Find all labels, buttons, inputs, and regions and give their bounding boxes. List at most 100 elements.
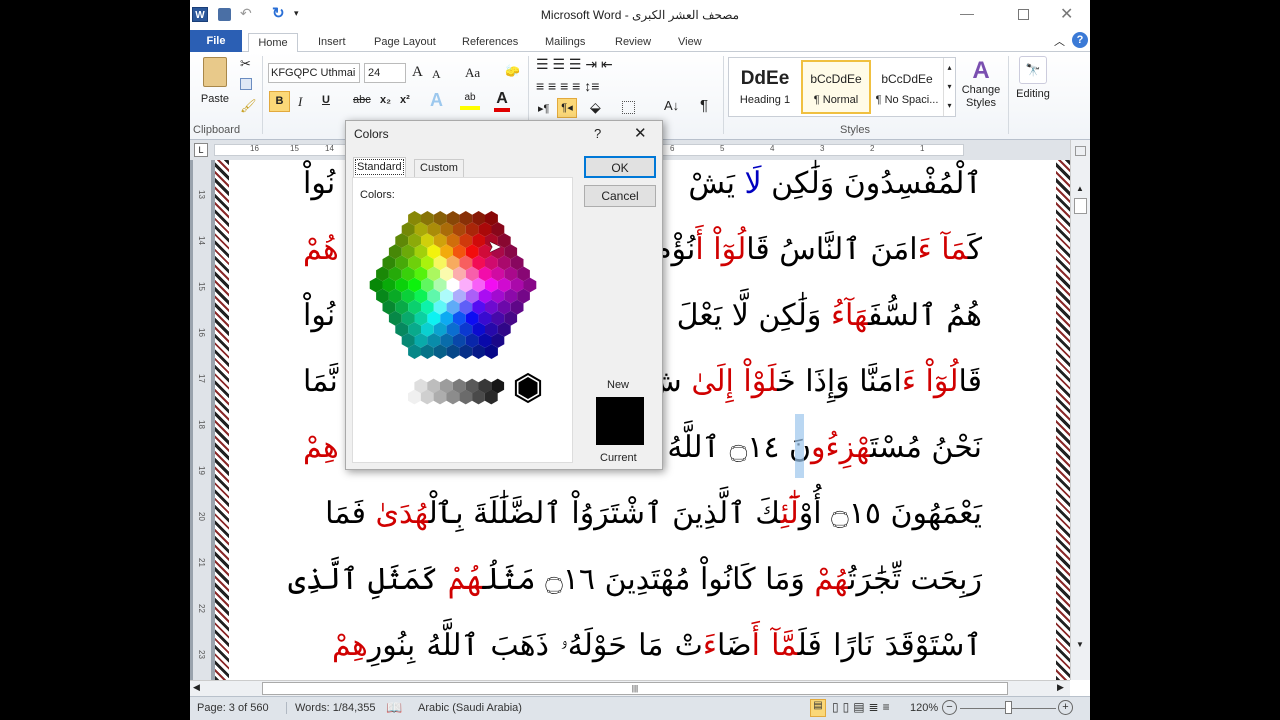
zoom-slider-thumb[interactable] (1005, 701, 1012, 714)
view-buttons[interactable]: ▯▯▤≣≡ (832, 700, 894, 714)
styles-scroll[interactable]: ▴ ▾ ▾ (943, 58, 955, 116)
align-icons[interactable]: ≡ ≡ ≡ ≡ ↕≡ (536, 78, 599, 94)
sort-icon[interactable]: A↓ (664, 98, 679, 113)
zoom-in-button[interactable]: + (1058, 700, 1073, 715)
subscript-button[interactable]: x₂ (380, 94, 391, 106)
tab-references[interactable]: References (462, 33, 518, 53)
tab-mailings[interactable]: Mailings (545, 33, 585, 53)
tab-view[interactable]: View (678, 33, 702, 53)
italic-button[interactable]: I (298, 94, 302, 110)
ayah-line-right[interactable]: قَالُوٓاْ ءَامَنَّا وَإِذَا خَلَوْاْ إِل… (645, 362, 982, 402)
paste-button[interactable]: Paste (198, 57, 232, 105)
scroll-up-button[interactable]: ▲ (1076, 184, 1084, 193)
copy-icon[interactable] (240, 78, 252, 90)
ayah-line-left[interactable]: هُمْ (303, 230, 339, 270)
language[interactable]: Arabic (Saudi Arabia) (418, 702, 522, 714)
dialog-help-button[interactable]: ? (594, 126, 601, 141)
vertical-ruler[interactable]: 13 14 15 16 17 18 19 20 21 22 23 (193, 160, 211, 680)
style-no-spacing[interactable]: bCcDdEe ¶ No Spaci... (873, 60, 941, 114)
cancel-button[interactable]: Cancel (584, 185, 656, 207)
font-size-input[interactable]: 24 (364, 63, 406, 83)
font-name-input[interactable]: KFGQPC Uthmai (268, 63, 360, 83)
customize-qat-icon[interactable]: ▾ (294, 8, 299, 19)
scroll-left-button[interactable]: ◀ (193, 682, 200, 693)
horizontal-scrollbar[interactable]: ◀ ||| ▶ (190, 680, 1070, 696)
ayah-line-right[interactable]: هُمُ ٱلسُّفَهَآءُ وَلَٰكِن لَّا يَعْلَ (677, 296, 982, 336)
tab-standard[interactable]: Standard (353, 157, 406, 177)
text-segment: فَمَا (325, 496, 376, 531)
title-bar: W ↶ ↻ ▾ مصحف العشر الكبرى - Microsoft Wo… (190, 0, 1090, 30)
zoom-out-button[interactable]: − (942, 700, 957, 715)
editing-button[interactable]: 🔭 Editing (1012, 56, 1054, 100)
clipboard-group-label: Clipboard (193, 124, 241, 136)
tab-home[interactable]: Home (248, 33, 298, 53)
bullets-icon[interactable]: ☰ ☰ ☰ ⇥ ⇤ (536, 56, 613, 73)
split-handle[interactable] (1075, 146, 1086, 156)
ayah-line-right[interactable]: كَمَآ ءَامَنَ ٱلنَّاسُ قَالُوٓاْ أَنُؤْم… (653, 230, 982, 270)
tab-file[interactable]: File (190, 30, 242, 52)
proofing-icon[interactable]: 📖 (386, 700, 402, 716)
tab-page-layout[interactable]: Page Layout (374, 33, 436, 53)
current-label: Current (600, 452, 637, 464)
grow-font-button[interactable]: A (412, 64, 423, 81)
ltr-button[interactable]: ▸¶ (538, 102, 549, 115)
print-layout-view-button[interactable]: ▤ (810, 699, 826, 717)
underline-button[interactable]: U (322, 94, 330, 106)
vertical-scrollbar[interactable]: ▲ ▼ (1070, 140, 1090, 680)
change-case-button[interactable]: Aa (465, 65, 480, 81)
zoom-level[interactable]: 120% (910, 702, 938, 714)
help-icon[interactable]: ? (1072, 32, 1088, 48)
save-icon[interactable] (218, 8, 231, 21)
ayah-line-left[interactable]: نُواْ (303, 296, 335, 336)
redo-icon[interactable]: ↻ (272, 4, 285, 22)
text-effects-icon[interactable]: A (430, 90, 443, 111)
scroll-down-button[interactable]: ▼ (1076, 640, 1084, 649)
cut-icon[interactable]: ✂ (240, 56, 251, 72)
strikethrough-button[interactable]: abc (353, 94, 371, 106)
superscript-button[interactable]: x² (400, 94, 410, 106)
style-heading-1[interactable]: DdEe Heading 1 (731, 60, 799, 114)
clear-formatting-icon[interactable]: 🧽 (505, 64, 520, 78)
minimize-button[interactable]: — (960, 5, 974, 21)
word-count[interactable]: Words: 1/84,355 (286, 702, 376, 714)
ayah-line-left[interactable]: نَّمَا (303, 362, 338, 402)
scroll-right-button[interactable]: ▶ (1057, 682, 1064, 693)
horizontal-scroll-thumb[interactable]: ||| (262, 682, 1008, 695)
tab-review[interactable]: Review (615, 33, 651, 53)
ayah-line-left[interactable]: نُواْ (303, 164, 335, 204)
format-painter-icon[interactable]: 🖌 (240, 98, 257, 114)
borders-icon[interactable] (622, 101, 635, 114)
style-normal[interactable]: bCcDdEe ¶ Normal (801, 60, 871, 114)
status-bar: Page: 3 of 560 Words: 1/84,355 📖 Arabic … (190, 696, 1090, 720)
text-segment: قَا (958, 364, 982, 399)
change-styles-button[interactable]: A Change Styles (960, 58, 1002, 110)
bold-button[interactable]: B (269, 91, 290, 112)
undo-icon[interactable]: ↶ (240, 5, 252, 22)
shading-icon[interactable]: ⬙ (590, 99, 601, 116)
vruler-mark: 15 (196, 282, 206, 291)
rtl-button[interactable]: ¶◂ (557, 98, 577, 118)
ayah-line[interactable]: يَعْمَهُونَ ۝١٥ أُوْلَٰٓئِكَ ٱلَّذِينَ ٱ… (325, 494, 982, 534)
ok-button[interactable]: OK (584, 156, 656, 178)
ayah-line[interactable]: ٱسْتَوْقَدَ نَارًا فَلَمَّآ أَضَاءَتْ مَ… (332, 626, 982, 666)
ayah-line[interactable]: رَبِحَت تِّجَٰرَتُهُمْ وَمَا كَانُواْ مُ… (288, 560, 982, 600)
page-count[interactable]: Page: 3 of 560 (197, 702, 269, 714)
ayah-line-left[interactable]: هِمْ (303, 428, 339, 468)
tab-selector[interactable]: L (194, 143, 208, 157)
font-color-icon[interactable]: A (494, 90, 510, 112)
scroll-thumb[interactable] (1074, 198, 1087, 214)
highlight-icon[interactable]: ab (460, 92, 480, 110)
ruler-mark: 16 (250, 144, 259, 153)
tab-custom[interactable]: Custom (414, 159, 464, 177)
tab-insert[interactable]: Insert (318, 33, 346, 53)
ayah-line-right[interactable]: ٱلْمُفْسِدُونَ وَلَٰكِن لَا يَشْ (688, 164, 982, 204)
dialog-close-button[interactable]: ✕ (634, 124, 647, 142)
maximize-button[interactable] (1018, 9, 1029, 20)
text-segment: هَآءُ (830, 298, 869, 333)
collapse-ribbon-icon[interactable]: ︿ (1054, 33, 1065, 49)
color-hexagon-palette[interactable] (353, 178, 574, 464)
close-button[interactable]: ✕ (1060, 4, 1073, 24)
text-segment: نُواْ (303, 298, 336, 333)
show-hide-button[interactable]: ¶ (700, 97, 708, 114)
shrink-font-button[interactable]: A (432, 67, 441, 82)
